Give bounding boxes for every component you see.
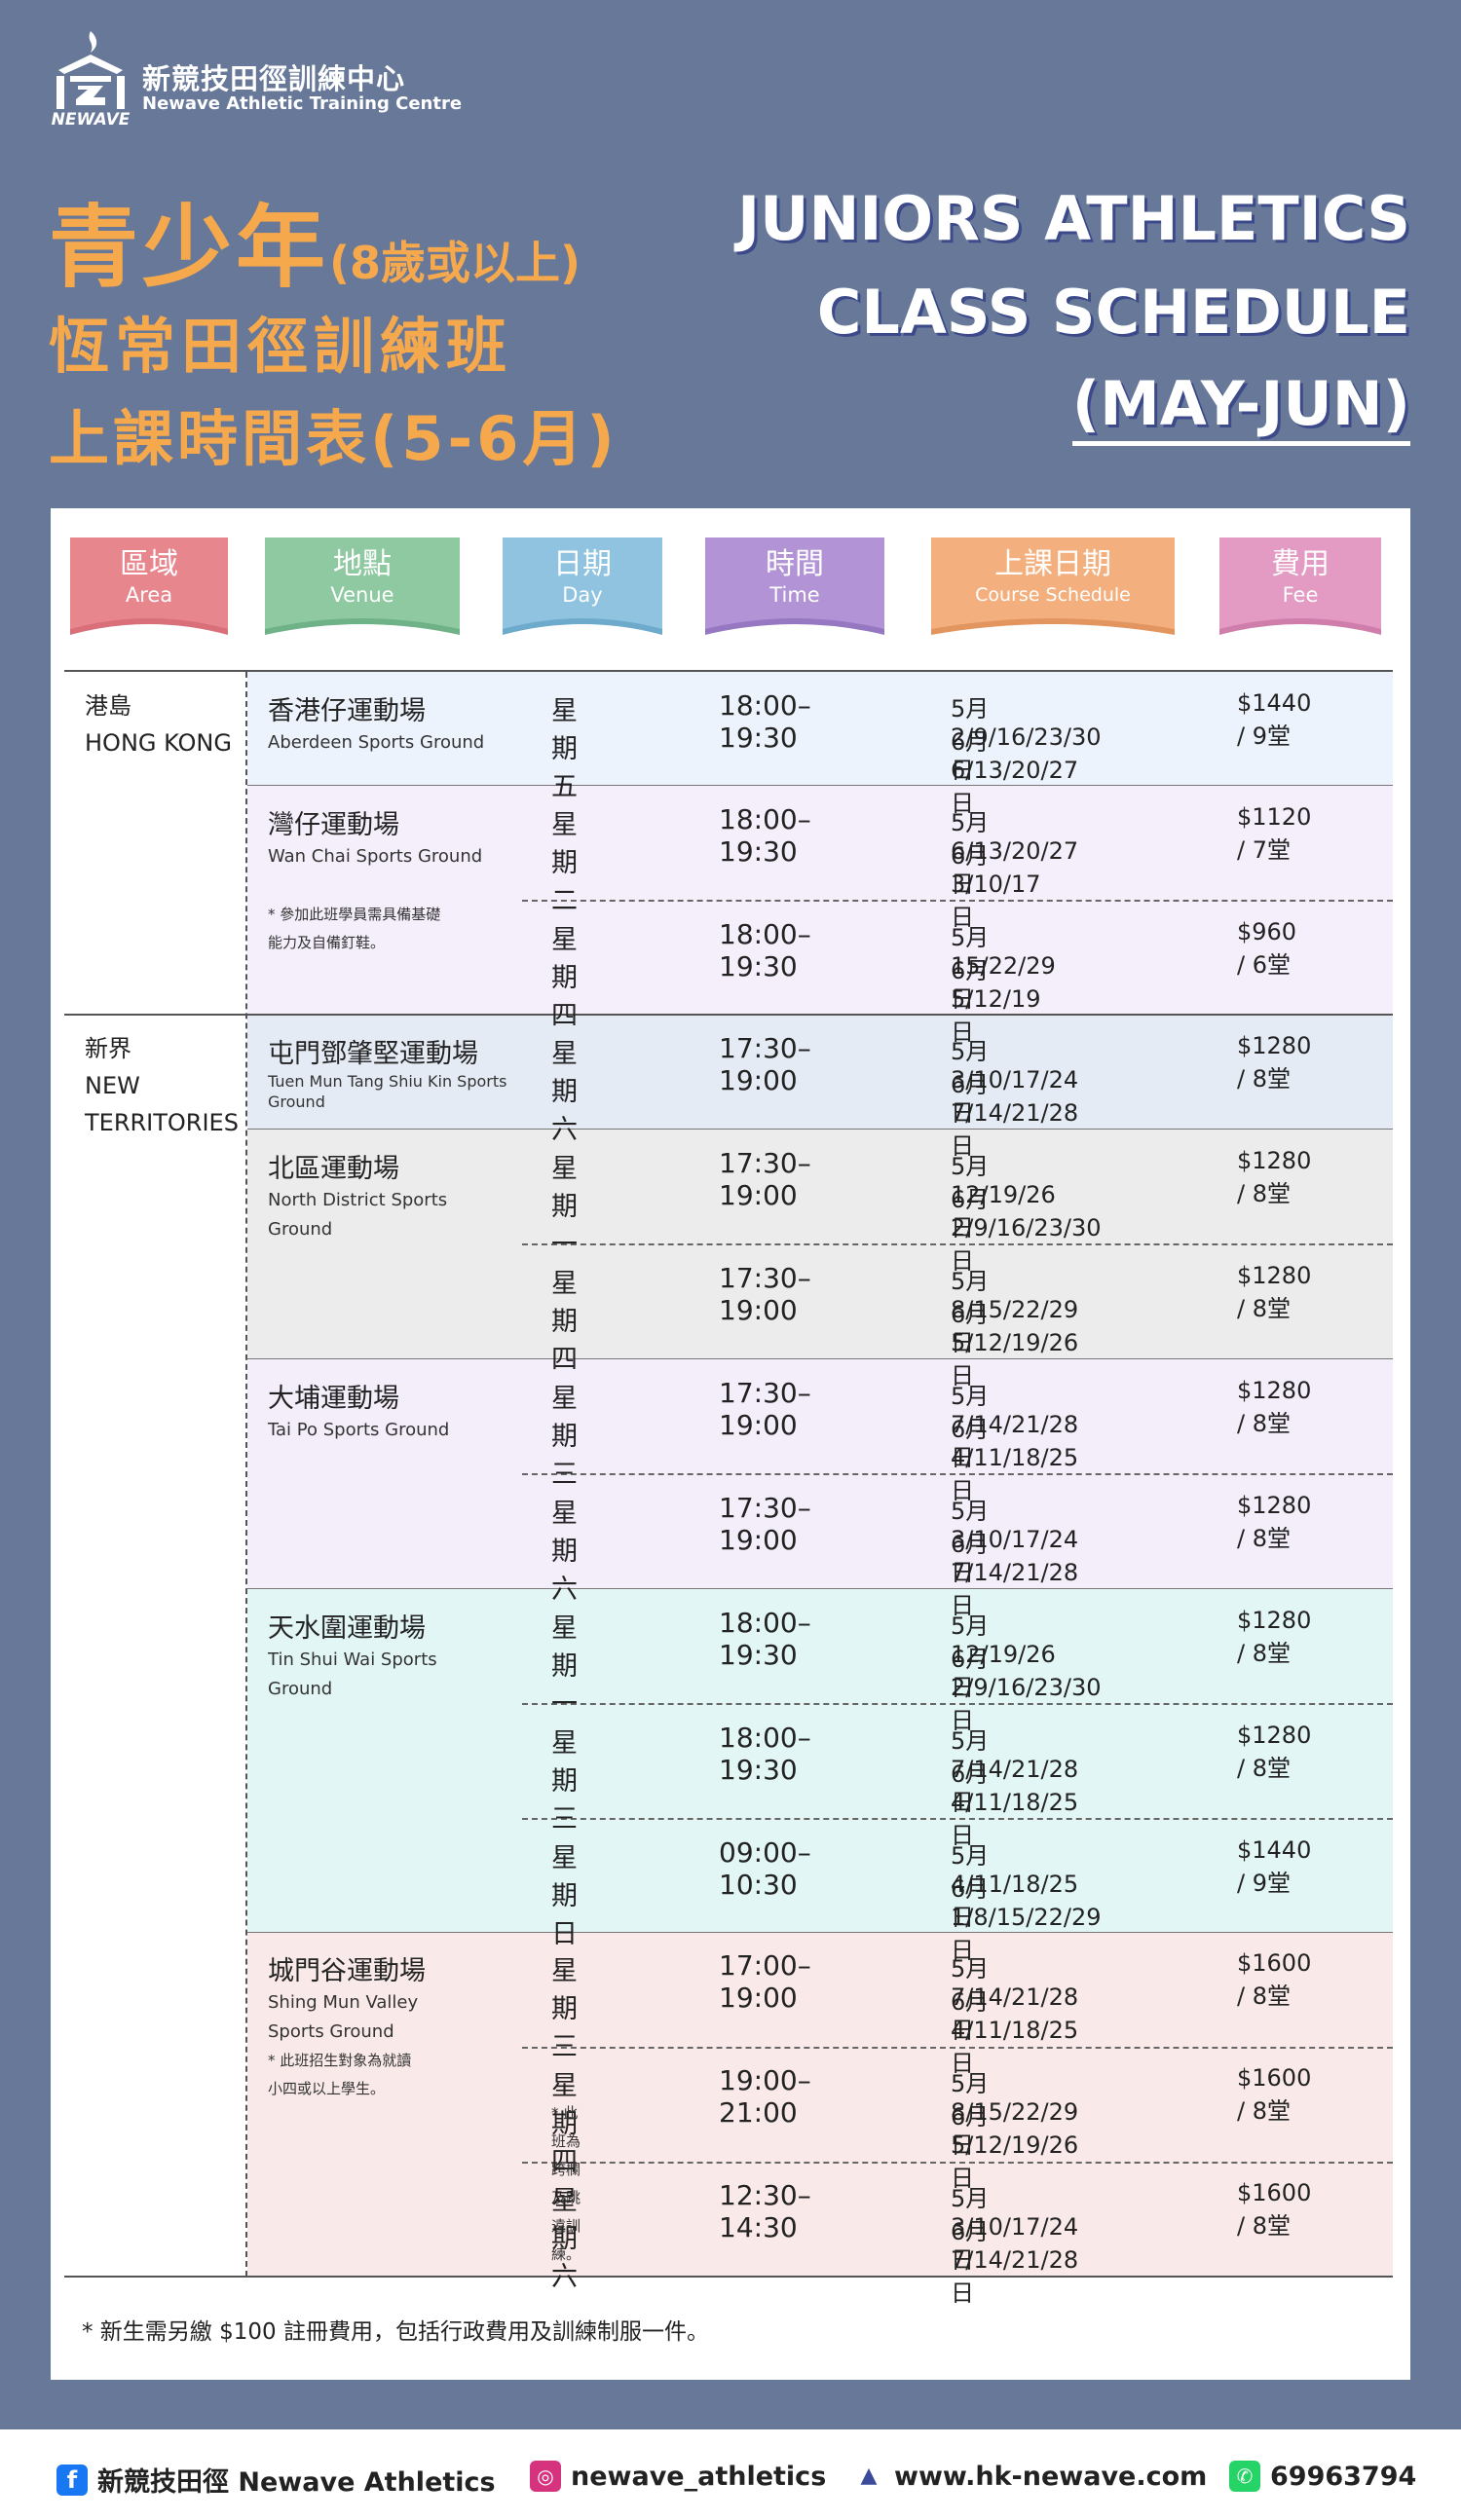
area-hong-kong: 港島 HONG KONG [85,692,232,757]
venue-divider [247,1129,1393,1130]
class-fee: $1280 / 8堂 [1237,1032,1312,1093]
class-fee: $1600 / 8堂 [1237,2179,1312,2240]
contact-bar: f 新競技田徑 Newave Athletics ◎ newave_athlet… [0,2429,1461,2520]
class-fee: $1280 / 8堂 [1237,1492,1312,1552]
class-day: 星期六 [551,2186,578,2292]
header-day: 日期 Day [503,537,662,647]
area-column-divider [245,672,247,2277]
class-fee: $1120 / 7堂 [1237,803,1312,864]
class-day: 星期三 [551,1384,578,1490]
venue-note: * 參加此班學員需具備基礎 能力及自備釘鞋。 [268,906,441,951]
brand-chinese: 新競技田徑訓練中心 [142,62,406,95]
brand-english: Newave Athletic Training Centre [142,93,463,114]
instagram-icon: ◎ [530,2461,561,2492]
class-fee: $1600 / 8堂 [1237,1949,1312,2010]
class-fee: $1280 / 8堂 [1237,1262,1312,1322]
class-time: 17:00–19:00 [719,1949,811,2014]
title-en-line2: CLASS SCHEDULE [816,277,1410,348]
newave-logo: NEWAVE [51,27,131,130]
class-time: 18:00–19:30 [719,1722,811,1786]
class-day: 星期三 [551,1956,578,2062]
venue-name-en: Aberdeen Sports Ground [268,732,485,753]
area-new-territories: 新界 NEW TERRITORIES [85,1035,239,1136]
class-time: 18:00–19:30 [719,803,811,868]
instagram-link[interactable]: ◎ newave_athletics [530,2461,826,2492]
area-divider [64,1014,1393,1016]
whatsapp-link[interactable]: ✆ 69963794 [1229,2461,1416,2492]
title-zh-line2: 恆常田徑訓練班 [49,311,513,382]
facebook-icon: f [56,2464,88,2496]
header-venue: 地點 Venue [265,537,460,647]
venue-name-en: Tin Shui Wai Sports Ground [268,1649,437,1699]
class-fee: $1440 / 9堂 [1237,1836,1312,1897]
venue-name-zh: 香港仔運動場 [268,696,426,726]
registration-footnote: * 新生需另繳 $100 註冊費用，包括行政費用及訓練制服一件。 [82,2319,709,2345]
class-fee: $1280 / 8堂 [1237,1147,1312,1207]
class-day: 星期六 [551,1039,578,1145]
class-time: 19:00–21:00 [719,2064,811,2129]
class-day: 星期四 [551,1269,578,1375]
class-time: 18:00–19:30 [719,689,811,754]
class-time: 17:30–19:00 [719,1262,811,1326]
header-course-schedule: 上課日期 Course Schedule [931,537,1175,647]
facebook-link[interactable]: f 新競技田徑 Newave Athletics [56,2461,496,2499]
website-link[interactable]: ▲ www.hk-newave.com [853,2461,1207,2492]
class-fee: $1280 / 8堂 [1237,1722,1312,1782]
venue-divider [247,1588,1393,1589]
venue-name-en: Tai Po Sports Ground [268,1420,450,1440]
title-en-line1: JUNIORS ATHLETICS [737,183,1410,254]
venue-name-zh: 城門谷運動場 [268,1956,426,1986]
venue-name-zh: 灣仔運動場 [268,810,399,840]
venue-divider [247,785,1393,786]
class-time: 18:00–19:30 [719,918,811,982]
class-day: 星期五 [551,696,578,802]
venue-name-zh: 屯門鄧肇堅運動場 [268,1039,478,1069]
table-top-rule [64,670,1393,672]
header-time: 時間 Time [705,537,884,647]
venue-name-zh: 北區運動場 [268,1154,399,1184]
venue-name-en: Tuen Mun Tang Shiu Kin Sports Ground [268,1072,507,1111]
class-time: 09:00–10:30 [719,1836,811,1901]
class-time: 17:30–19:00 [719,1147,811,1211]
class-day: 星期一 [551,1154,578,1260]
venue-name-zh: 大埔運動場 [268,1384,399,1414]
header-area: 區域 Area [70,537,228,647]
class-fee: $1280 / 8堂 [1237,1377,1312,1437]
class-fee: $1440 / 9堂 [1237,689,1312,750]
title-en-line3: (MAY-JUN) [1071,368,1410,446]
venue-name-en: Shing Mun Valley Sports Ground [268,1992,419,2042]
class-fee: $1280 / 8堂 [1237,1607,1312,1667]
title-zh-line1: 青少年(8歲或以上) [49,196,581,300]
table-bottom-rule [64,2276,1393,2278]
class-time: 12:30–14:30 [719,2179,811,2243]
title-zh-line3: 上課時間表(5-6月) [49,403,618,474]
venue-name-en: Wan Chai Sports Ground [268,846,483,867]
class-day: 星期一 [551,1613,578,1720]
class-time: 17:30–19:00 [719,1492,811,1556]
class-day: 星期六 [551,1499,578,1605]
class-fee: $1600 / 8堂 [1237,2064,1312,2125]
newave-mark-icon: ▲ [853,2461,884,2492]
class-time: 17:30–19:00 [719,1377,811,1441]
class-time: 18:00–19:30 [719,1607,811,1671]
venue-note: * 此班招生對象為就讀 小四或以上學生。 [268,2052,412,2097]
class-day: 星期二 [551,810,578,916]
schedule-card: 區域 Area 地點 Venue 日期 Day 時間 Time 上課日期 Course S… [51,508,1410,2380]
class-fee: $960 / 6堂 [1237,918,1297,979]
header-fee: 費用 Fee [1219,537,1381,647]
venue-name-en: North District Sports Ground [268,1190,448,1240]
svg-text:NEWAVE: NEWAVE [52,110,131,127]
class-day: 星期日 [551,1843,578,1949]
class-day: 星期三 [551,1728,578,1834]
whatsapp-icon: ✆ [1229,2461,1260,2492]
class-dates-jun: 6月7/14/21/28日 [951,2218,1079,2307]
class-time: 17:30–19:00 [719,1032,811,1096]
venue-name-zh: 天水圍運動場 [268,1613,426,1644]
venue-divider [247,1932,1393,1933]
venue-divider [247,1358,1393,1359]
class-day: 星期四 [551,925,578,1031]
